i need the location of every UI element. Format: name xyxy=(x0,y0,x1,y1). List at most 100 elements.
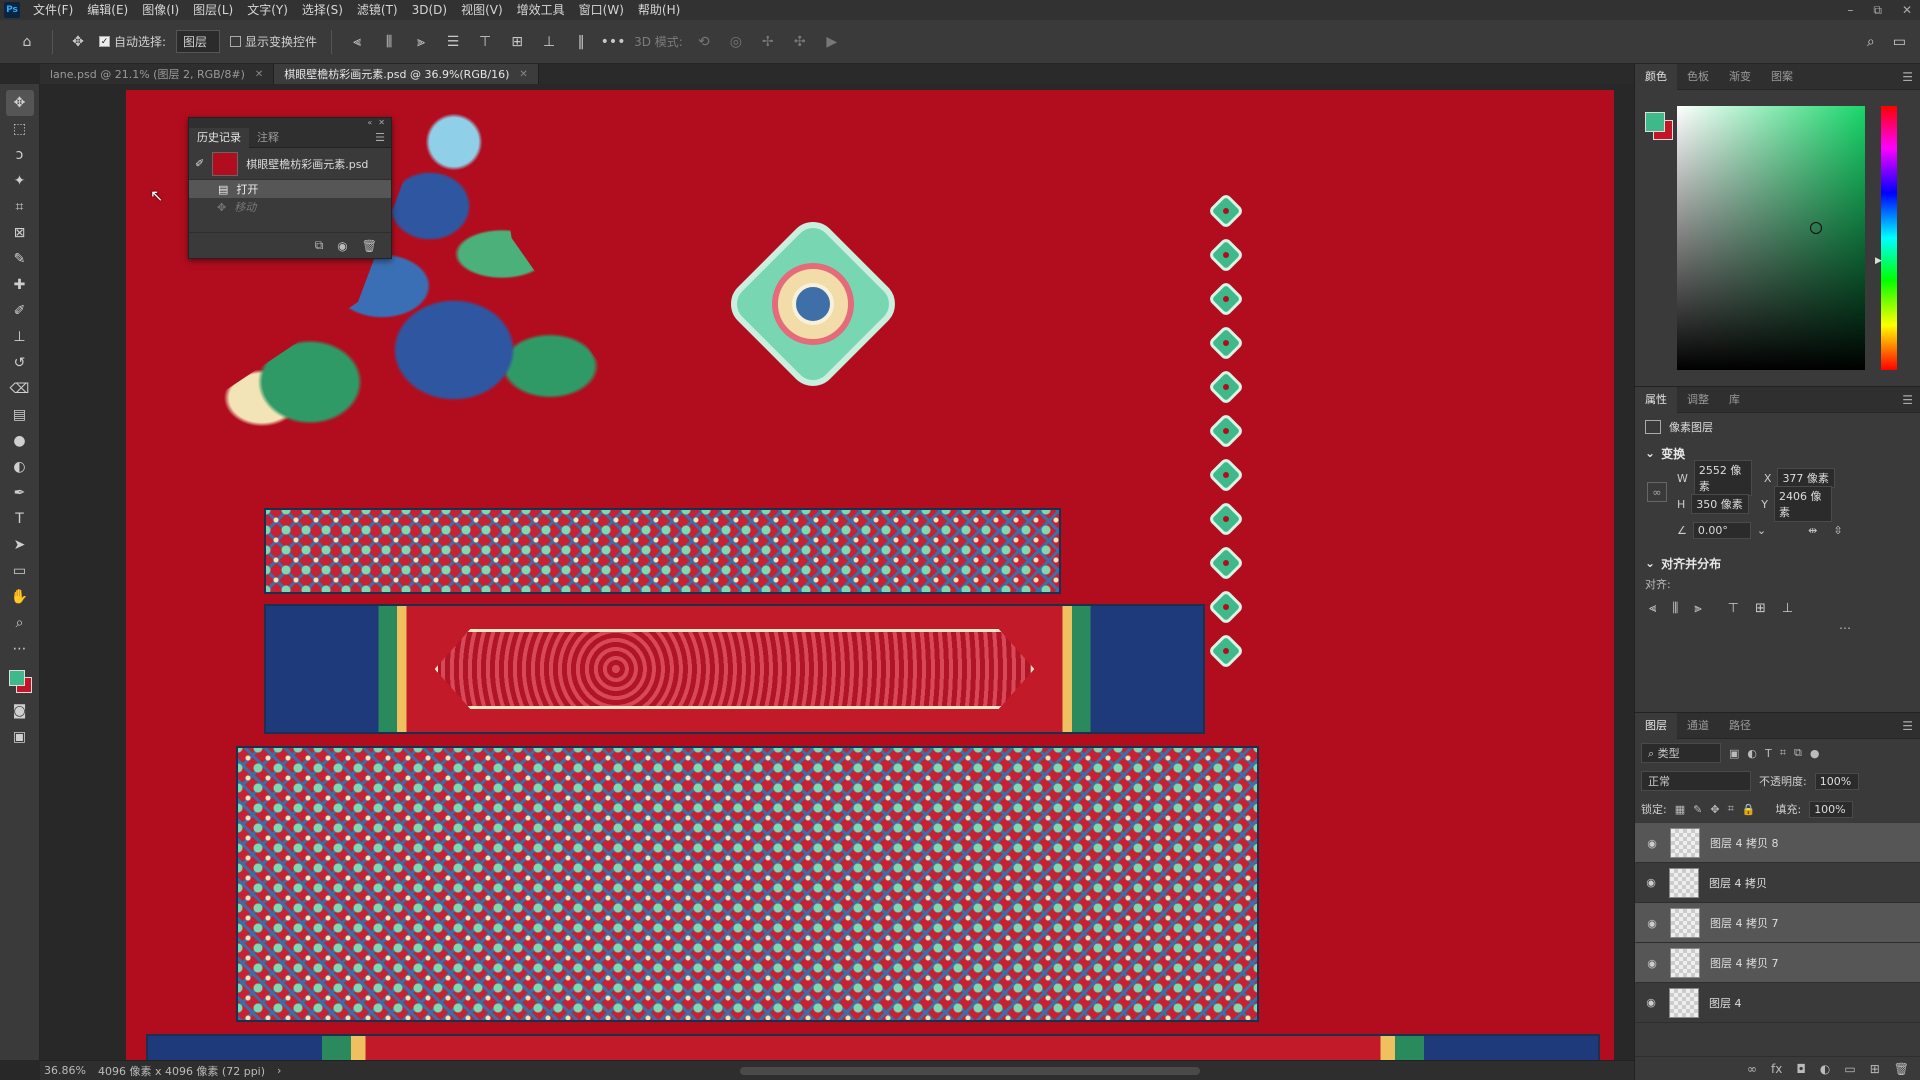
eye-icon[interactable]: ◉ xyxy=(1644,917,1660,930)
opacity-field[interactable]: 100% xyxy=(1814,772,1859,790)
panel-menu-icon[interactable]: ☰ xyxy=(1902,70,1913,84)
color-picker-handle[interactable] xyxy=(1810,222,1822,234)
menu-item[interactable]: 帮助(H) xyxy=(631,0,687,20)
tab-libraries[interactable]: 库 xyxy=(1719,387,1750,413)
color-field[interactable] xyxy=(1677,106,1865,370)
screen-mode-icon[interactable]: ▣ xyxy=(6,724,34,750)
home-icon[interactable]: ⌂ xyxy=(16,31,38,53)
move-tool-icon[interactable]: ✥ xyxy=(67,31,89,53)
lasso-tool-icon[interactable]: ↄ xyxy=(6,142,34,168)
marquee-tool-icon[interactable]: ⬚ xyxy=(6,116,34,142)
tab-properties[interactable]: 属性 xyxy=(1635,386,1677,413)
layer-row[interactable]: ◉ 图层 4 拷贝 xyxy=(1635,863,1920,903)
align-right-icon[interactable]: ⫸ xyxy=(410,31,432,53)
filter-toggle-icon[interactable]: ● xyxy=(1810,747,1820,760)
panel-menu-icon[interactable]: ☰ xyxy=(375,131,385,144)
align-section[interactable]: ⌄ 对齐并分布 xyxy=(1635,551,1920,575)
eye-icon[interactable]: ◉ xyxy=(1643,876,1659,889)
filter-adjustment-icon[interactable]: ◐ xyxy=(1747,747,1757,760)
tab-history[interactable]: 历史记录 xyxy=(189,127,249,148)
blur-tool-icon[interactable]: ● xyxy=(6,428,34,454)
eye-icon[interactable]: ◉ xyxy=(1643,996,1659,1009)
hue-slider[interactable] xyxy=(1881,106,1897,370)
status-arrow-icon[interactable]: › xyxy=(277,1064,281,1077)
more-options-icon[interactable]: ••• xyxy=(601,31,626,53)
trash-icon[interactable]: 🗑 xyxy=(362,239,377,253)
history-snapshot[interactable]: ✐ 棋眼壁檐枋彩画元素.psd xyxy=(189,148,391,180)
filter-pixel-icon[interactable]: ▣ xyxy=(1729,747,1739,760)
chevron-down-icon[interactable]: ⌄ xyxy=(1757,524,1766,537)
camera-icon[interactable]: ◉ xyxy=(337,239,347,253)
workspace-icon[interactable]: ▭ xyxy=(1893,34,1906,50)
tab-notes[interactable]: 注释 xyxy=(249,128,287,148)
menu-item[interactable]: 图层(L) xyxy=(186,0,240,20)
quick-mask-icon[interactable]: ◙ xyxy=(6,698,34,724)
magic-wand-icon[interactable]: ✦ xyxy=(6,168,34,194)
close-icon[interactable]: ✕ xyxy=(255,69,263,80)
tab-gradients[interactable]: 渐变 xyxy=(1719,64,1761,90)
align-right-icon[interactable]: ⫸ xyxy=(1694,601,1701,616)
fill-field[interactable]: 100% xyxy=(1809,800,1854,818)
eye-icon[interactable]: ◉ xyxy=(1644,837,1660,850)
minimize-button[interactable]: – xyxy=(1847,0,1853,20)
layer-row[interactable]: ◉ 图层 4 拷贝 8 xyxy=(1635,823,1920,863)
menu-item[interactable]: 文件(F) xyxy=(26,0,80,20)
dodge-tool-icon[interactable]: ◐ xyxy=(6,454,34,480)
auto-select-checkbox[interactable]: ✓ 自动选择: xyxy=(99,33,166,50)
layer-row[interactable]: ◉ 图层 4 xyxy=(1635,983,1920,1023)
close-icon[interactable]: ✕ xyxy=(378,118,385,128)
tab-paths[interactable]: 路径 xyxy=(1719,713,1761,739)
new-group-icon[interactable]: ▭ xyxy=(1844,1062,1855,1076)
panel-menu-icon[interactable]: ☰ xyxy=(1902,719,1913,733)
healing-brush-icon[interactable]: ✚ xyxy=(6,272,34,298)
transform-section[interactable]: ⌄ 变换 xyxy=(1635,441,1920,465)
align-hcenter-icon[interactable]: ⫼ xyxy=(1672,601,1678,616)
more-options-icon[interactable]: ⋯ xyxy=(1635,621,1920,635)
gradient-tool-icon[interactable]: ▤ xyxy=(6,402,34,428)
layer-row[interactable]: ◉ 图层 4 拷贝 7 xyxy=(1635,903,1920,943)
color-swatches[interactable] xyxy=(6,668,34,698)
menu-item[interactable]: 文字(Y) xyxy=(240,0,295,20)
foreground-color[interactable] xyxy=(1645,112,1665,132)
frame-tool-icon[interactable]: ⊠ xyxy=(6,220,34,246)
checkbox-checked-icon[interactable]: ✓ xyxy=(99,36,110,47)
zoom-tool-icon[interactable]: ⌕ xyxy=(6,610,34,636)
shape-tool-icon[interactable]: ▭ xyxy=(6,558,34,584)
chevron-down-icon[interactable]: ⌄ xyxy=(1645,446,1655,460)
trash-icon[interactable]: 🗑 xyxy=(1894,1062,1909,1076)
menu-item[interactable]: 窗口(W) xyxy=(572,0,631,20)
tab-lane[interactable]: lane.psd @ 21.1% (图层 2, RGB/8#) ✕ xyxy=(40,64,275,84)
fx-icon[interactable]: fx xyxy=(1771,1062,1782,1076)
menu-item[interactable]: 编辑(E) xyxy=(80,0,135,20)
align-top-icon[interactable]: ⊤ xyxy=(474,31,496,53)
blend-mode-dropdown[interactable]: 正常 xyxy=(1641,771,1751,791)
filter-smart-icon[interactable]: ⧉ xyxy=(1794,746,1802,760)
lock-position-icon[interactable]: ✥ xyxy=(1710,803,1719,816)
foreground-color-swatch[interactable] xyxy=(8,670,25,686)
menu-item[interactable]: 增效工具 xyxy=(510,0,572,20)
align-bottom-icon[interactable]: ⊥ xyxy=(1782,601,1793,616)
new-document-icon[interactable]: ⧉ xyxy=(315,238,324,253)
panel-menu-icon[interactable]: ☰ xyxy=(1902,393,1913,407)
filter-shape-icon[interactable]: ⌗ xyxy=(1780,746,1786,760)
hue-arrow-icon[interactable]: ▶ xyxy=(1875,256,1882,266)
checkbox-unchecked-icon[interactable] xyxy=(230,36,242,47)
eyedropper-icon[interactable]: ✎ xyxy=(6,246,34,272)
width-field[interactable]: 2552 像素 xyxy=(1693,460,1752,496)
search-icon[interactable]: ⌕ xyxy=(1867,34,1875,50)
type-tool-icon[interactable]: T xyxy=(6,506,34,532)
angle-field[interactable]: 0.00° xyxy=(1692,521,1751,539)
distribute-vertical-icon[interactable]: ‖ xyxy=(570,31,592,53)
path-select-icon[interactable]: ➤ xyxy=(6,532,34,558)
stamp-tool-icon[interactable]: ⊥ xyxy=(6,324,34,350)
lock-transparent-icon[interactable]: ▦ xyxy=(1675,803,1685,816)
tab-patterns[interactable]: 图案 xyxy=(1761,64,1803,90)
pen-tool-icon[interactable]: ✒ xyxy=(6,480,34,506)
menu-item[interactable]: 滤镜(T) xyxy=(350,0,405,20)
layer-row[interactable]: ◉ 图层 4 拷贝 7 xyxy=(1635,943,1920,983)
menu-item[interactable]: 视图(V) xyxy=(454,0,510,20)
height-field[interactable]: 350 像素 xyxy=(1691,494,1750,514)
history-item-move[interactable]: ✥ 移动 xyxy=(189,198,391,216)
eraser-tool-icon[interactable]: ⌫ xyxy=(6,376,34,402)
chevron-down-icon[interactable]: ⌄ xyxy=(1645,556,1655,570)
